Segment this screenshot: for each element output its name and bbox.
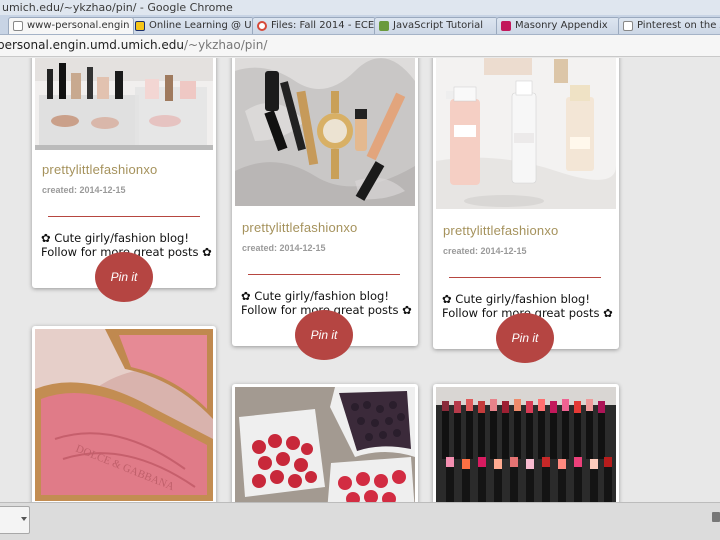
- tray-icon[interactable]: [712, 512, 720, 522]
- pin-date: created: 2014-12-15: [242, 243, 326, 253]
- page-icon: [623, 21, 633, 31]
- pin-divider: [48, 216, 200, 217]
- pin-title[interactable]: prettylittlefashionxo: [42, 162, 157, 177]
- pin-title[interactable]: prettylittlefashionxo: [242, 220, 357, 235]
- download-item[interactable]: [0, 506, 30, 534]
- tab-pinterest-app[interactable]: Pinterest on the App: [618, 17, 720, 34]
- tab-masonry-appendix[interactable]: Masonry Appendix: [496, 17, 620, 34]
- pin-description-line: ✿ Cute girly/fashion blog!: [442, 292, 590, 306]
- pin-card: prettylittlefashionxo created: 2014-12-1…: [32, 58, 216, 302]
- w3schools-icon: [379, 21, 389, 31]
- pin-it-button[interactable]: Pin it: [496, 313, 554, 363]
- block-m-icon: [135, 21, 145, 31]
- pin-card: DOLCE & GABBANA: [32, 326, 216, 502]
- url-host: personal.engin.umd.umich.edu: [0, 38, 184, 52]
- tab-files-fall-2014[interactable]: Files: Fall 2014 - ECE: [252, 17, 376, 34]
- pin-divider: [449, 277, 601, 278]
- pin-card: [433, 384, 619, 502]
- window-title-bar: umich.edu/~ykzhao/pin/ - Google Chrome: [0, 0, 720, 15]
- pin-description-line: ✿ Cute girly/fashion blog!: [241, 289, 389, 303]
- tab-online-learning[interactable]: Online Learning @ U: [130, 17, 254, 34]
- chevron-down-icon[interactable]: [21, 517, 27, 521]
- chanel-bottles-image: [436, 58, 616, 209]
- url-path: /~ykzhao/pin/: [183, 38, 268, 52]
- canvas-icon: [257, 21, 267, 31]
- pin-it-button[interactable]: Pin it: [95, 252, 153, 302]
- tab-label: www-personal.engin: [27, 20, 130, 31]
- url-text[interactable]: personal.engin.umd.umich.edu/~ykzhao/pin…: [0, 38, 267, 52]
- pin-it-button[interactable]: Pin it: [295, 310, 353, 360]
- pin-date: created: 2014-12-15: [443, 246, 527, 256]
- pin-card: prettylittlefashionxo created: 2014-12-1…: [232, 58, 418, 360]
- berries-baskets-image: [235, 387, 415, 502]
- tab-www-personal[interactable]: www-personal.engin: [8, 17, 134, 34]
- tab-javascript-tutorial[interactable]: JavaScript Tutorial: [374, 17, 498, 34]
- tab-label: Masonry Appendix: [515, 20, 608, 31]
- makeup-organizer-image: [35, 58, 213, 150]
- tab-label: Online Learning @ U: [149, 20, 252, 31]
- page-viewport[interactable]: prettylittlefashionxo created: 2014-12-1…: [0, 58, 720, 502]
- window-title: umich.edu/~ykzhao/pin/ - Google Chrome: [2, 1, 233, 14]
- tab-label: Pinterest on the App: [637, 20, 720, 31]
- pin-divider: [248, 274, 400, 275]
- tab-label: Files: Fall 2014 - ECE: [271, 20, 375, 31]
- dolce-gabbana-blush-image: DOLCE & GABBANA: [35, 329, 213, 501]
- download-bar: [0, 502, 720, 540]
- tab-strip: www-personal.engin Online Learning @ U F…: [0, 15, 720, 35]
- pin-date: created: 2014-12-15: [42, 185, 126, 195]
- pin-card: prettylittlefashionxo created: 2014-12-1…: [433, 58, 619, 363]
- pin-description-line: ✿ Cute girly/fashion blog!: [41, 231, 189, 245]
- pin-title[interactable]: prettylittlefashionxo: [443, 223, 558, 238]
- pin-card: [232, 384, 418, 502]
- address-bar[interactable]: personal.engin.umd.umich.edu/~ykzhao/pin…: [0, 35, 720, 57]
- masonry-icon: [501, 21, 511, 31]
- tab-label: JavaScript Tutorial: [393, 20, 484, 31]
- page-icon: [13, 21, 23, 31]
- lipstick-display-image: [436, 387, 616, 502]
- cosmetics-on-fur-image: [235, 58, 415, 206]
